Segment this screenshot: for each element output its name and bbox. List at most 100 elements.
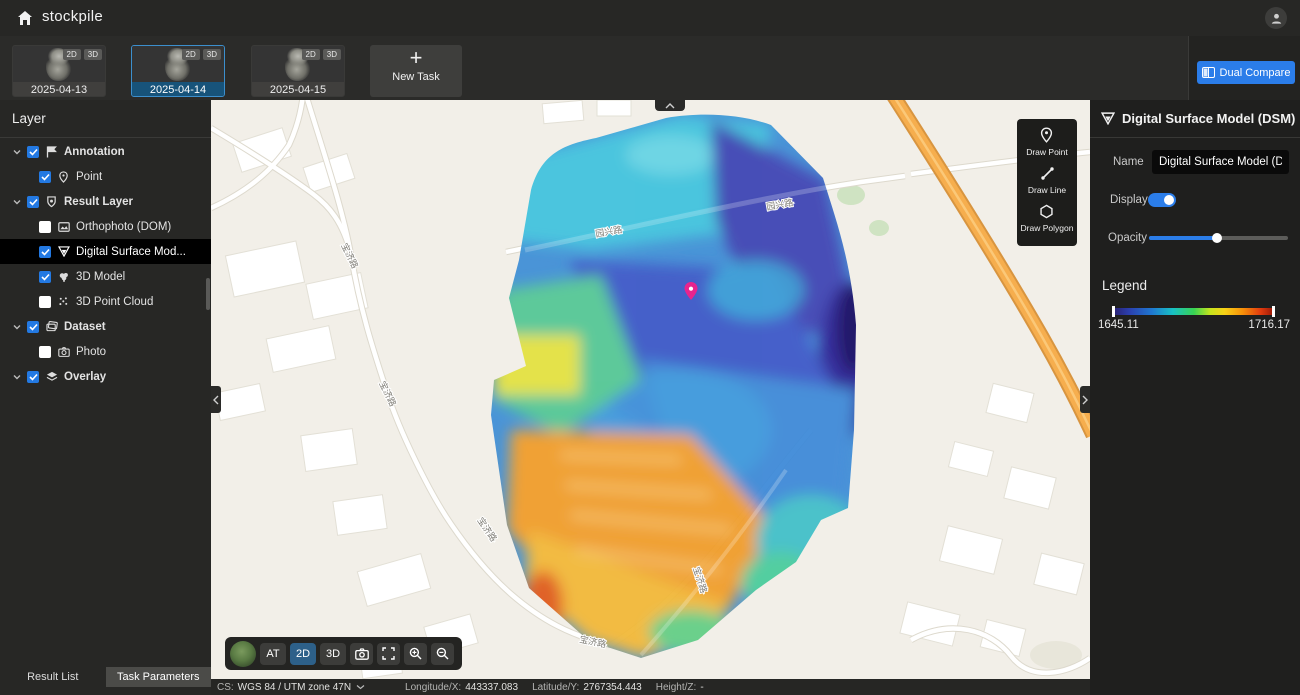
tab-result-list[interactable]: Result List bbox=[0, 667, 106, 687]
display-toggle[interactable] bbox=[1148, 193, 1176, 207]
height-readout: Height/Z: - bbox=[656, 682, 704, 693]
tree-item-overlay[interactable]: Overlay bbox=[0, 364, 211, 389]
tree-item-orthophoto[interactable]: Orthophoto (DOM) bbox=[0, 214, 211, 239]
latitude-readout: Latitude/Y: 2767354.443 bbox=[532, 682, 642, 693]
badge-3d[interactable]: 3D bbox=[323, 49, 341, 60]
task-thumbnail: 2D 3D bbox=[13, 46, 105, 82]
dual-compare-button[interactable]: Dual Compare bbox=[1197, 61, 1295, 84]
longitude-label: Longitude/X: bbox=[405, 682, 461, 693]
name-input[interactable] bbox=[1152, 150, 1289, 174]
view-button-at[interactable]: AT bbox=[260, 643, 286, 665]
tree-item-annotation[interactable]: Annotation bbox=[0, 139, 211, 164]
draw-line-tool[interactable]: Draw Line bbox=[1028, 166, 1066, 195]
point-cloud-icon bbox=[57, 295, 70, 308]
checkbox-checked[interactable] bbox=[27, 146, 39, 158]
latitude-value: 2767354.443 bbox=[583, 682, 641, 693]
chevron-down-icon[interactable] bbox=[12, 372, 22, 382]
badge-3d[interactable]: 3D bbox=[84, 49, 102, 60]
legend-tick-max bbox=[1272, 306, 1275, 317]
draw-point-tool[interactable]: Draw Point bbox=[1026, 127, 1068, 157]
badge-3d[interactable]: 3D bbox=[203, 49, 221, 60]
chevron-down-icon[interactable] bbox=[12, 322, 22, 332]
checkbox-checked[interactable] bbox=[27, 371, 39, 383]
chevron-down-icon[interactable] bbox=[12, 147, 22, 157]
zoom-in-button[interactable] bbox=[404, 643, 427, 665]
dsm-icon bbox=[57, 245, 70, 258]
tree-item-3d-model[interactable]: 3D Model bbox=[0, 264, 211, 289]
height-label: Height/Z: bbox=[656, 682, 697, 693]
model-3d-icon bbox=[57, 270, 70, 283]
pin-icon bbox=[57, 170, 70, 183]
new-task-label: New Task bbox=[370, 71, 462, 83]
zoom-out-button[interactable] bbox=[431, 643, 454, 665]
badge-2d[interactable]: 2D bbox=[302, 49, 320, 60]
task-card[interactable]: 2D 3D 2025-04-15 bbox=[251, 45, 345, 97]
draw-tools-panel: Draw Point Draw Line Draw Polygon bbox=[1017, 119, 1077, 246]
zoom-in-icon bbox=[409, 647, 422, 660]
opacity-row: Opacity bbox=[1090, 231, 1300, 245]
task-thumbnail: 2D 3D bbox=[252, 46, 344, 82]
map-toolbar: AT 2D 3D bbox=[225, 637, 462, 670]
collapse-inspector-tab[interactable] bbox=[1080, 386, 1090, 413]
status-bar: CS: WGS 84 / UTM zone 47N Longitude/X: 4… bbox=[211, 679, 1090, 695]
tree-label: Orthophoto (DOM) bbox=[76, 221, 171, 233]
collapse-sidebar-tab[interactable] bbox=[211, 386, 221, 413]
view-button-2d[interactable]: 2D bbox=[290, 643, 316, 665]
chevron-down-icon[interactable] bbox=[12, 197, 22, 207]
chevron-up-icon bbox=[665, 103, 675, 109]
tree-label: Digital Surface Mod... bbox=[76, 246, 186, 258]
draw-point-label: Draw Point bbox=[1026, 147, 1068, 157]
badge-2d[interactable]: 2D bbox=[63, 49, 81, 60]
opacity-slider[interactable] bbox=[1149, 236, 1288, 240]
bottom-tabs: Result List Task Parameters bbox=[0, 667, 211, 687]
legend-color-bar bbox=[1113, 308, 1275, 315]
draw-polygon-tool[interactable]: Draw Polygon bbox=[1021, 204, 1074, 233]
legend-max-value: 1716.17 bbox=[1248, 319, 1290, 331]
map-canvas[interactable]: 园兴路 园兴路 宝济路 宝济路 宝济路 宝济路 宝济路 bbox=[211, 100, 1090, 679]
checkbox-checked[interactable] bbox=[39, 271, 51, 283]
task-card[interactable]: 2D 3D 2025-04-13 bbox=[12, 45, 106, 97]
coordinate-system-selector[interactable]: CS: WGS 84 / UTM zone 47N bbox=[217, 682, 365, 693]
top-bar: stockpile bbox=[0, 0, 1300, 36]
new-task-button[interactable]: + New Task bbox=[370, 45, 462, 97]
dsm-icon bbox=[1101, 112, 1115, 125]
longitude-value: 443337.083 bbox=[465, 682, 518, 693]
chevron-left-icon bbox=[213, 395, 219, 405]
tree-item-photo[interactable]: Photo bbox=[0, 339, 211, 364]
checkbox-checked[interactable] bbox=[27, 321, 39, 333]
tree-item-result-layer[interactable]: Result Layer bbox=[0, 189, 211, 214]
checkbox-checked[interactable] bbox=[39, 171, 51, 183]
zoom-out-icon bbox=[436, 647, 449, 660]
checkbox-checked[interactable] bbox=[39, 246, 51, 258]
user-avatar[interactable] bbox=[1265, 7, 1287, 29]
basemap-switcher[interactable] bbox=[230, 641, 256, 667]
sidebar-scrollbar[interactable] bbox=[206, 278, 210, 310]
tree-item-dataset[interactable]: Dataset bbox=[0, 314, 211, 339]
badge-2d[interactable]: 2D bbox=[182, 49, 200, 60]
collapse-taskbar-tab[interactable] bbox=[655, 100, 685, 111]
tree-item-3d-point-cloud[interactable]: 3D Point Cloud bbox=[0, 289, 211, 314]
checkbox-unchecked[interactable] bbox=[39, 221, 51, 233]
task-card-selected[interactable]: 2D 3D 2025-04-14 bbox=[131, 45, 225, 97]
checkbox-unchecked[interactable] bbox=[39, 296, 51, 308]
legend-title: Legend bbox=[1102, 278, 1147, 293]
tree-item-dsm[interactable]: Digital Surface Mod... bbox=[0, 239, 211, 264]
home-icon[interactable] bbox=[16, 9, 34, 27]
view-button-3d[interactable]: 3D bbox=[320, 643, 346, 665]
tab-task-parameters[interactable]: Task Parameters bbox=[106, 667, 212, 687]
task-date: 2025-04-15 bbox=[252, 82, 344, 97]
tree-label: Photo bbox=[76, 346, 106, 358]
tree-item-point[interactable]: Point bbox=[0, 164, 211, 189]
screenshot-button[interactable] bbox=[350, 643, 373, 665]
checkbox-checked[interactable] bbox=[27, 196, 39, 208]
result-layer-icon bbox=[45, 195, 58, 208]
inspector-panel: Digital Surface Model (DSM) Name Display… bbox=[1090, 100, 1300, 695]
orthophoto-icon bbox=[57, 220, 70, 233]
tree-label: Dataset bbox=[64, 321, 106, 333]
checkbox-unchecked[interactable] bbox=[39, 346, 51, 358]
tree-label: 3D Point Cloud bbox=[76, 296, 153, 308]
app-title: stockpile bbox=[42, 8, 103, 25]
fit-view-button[interactable] bbox=[377, 643, 400, 665]
slider-thumb[interactable] bbox=[1212, 233, 1222, 243]
map-viewport[interactable]: 园兴路 园兴路 宝济路 宝济路 宝济路 宝济路 宝济路 Draw Point bbox=[211, 100, 1090, 679]
